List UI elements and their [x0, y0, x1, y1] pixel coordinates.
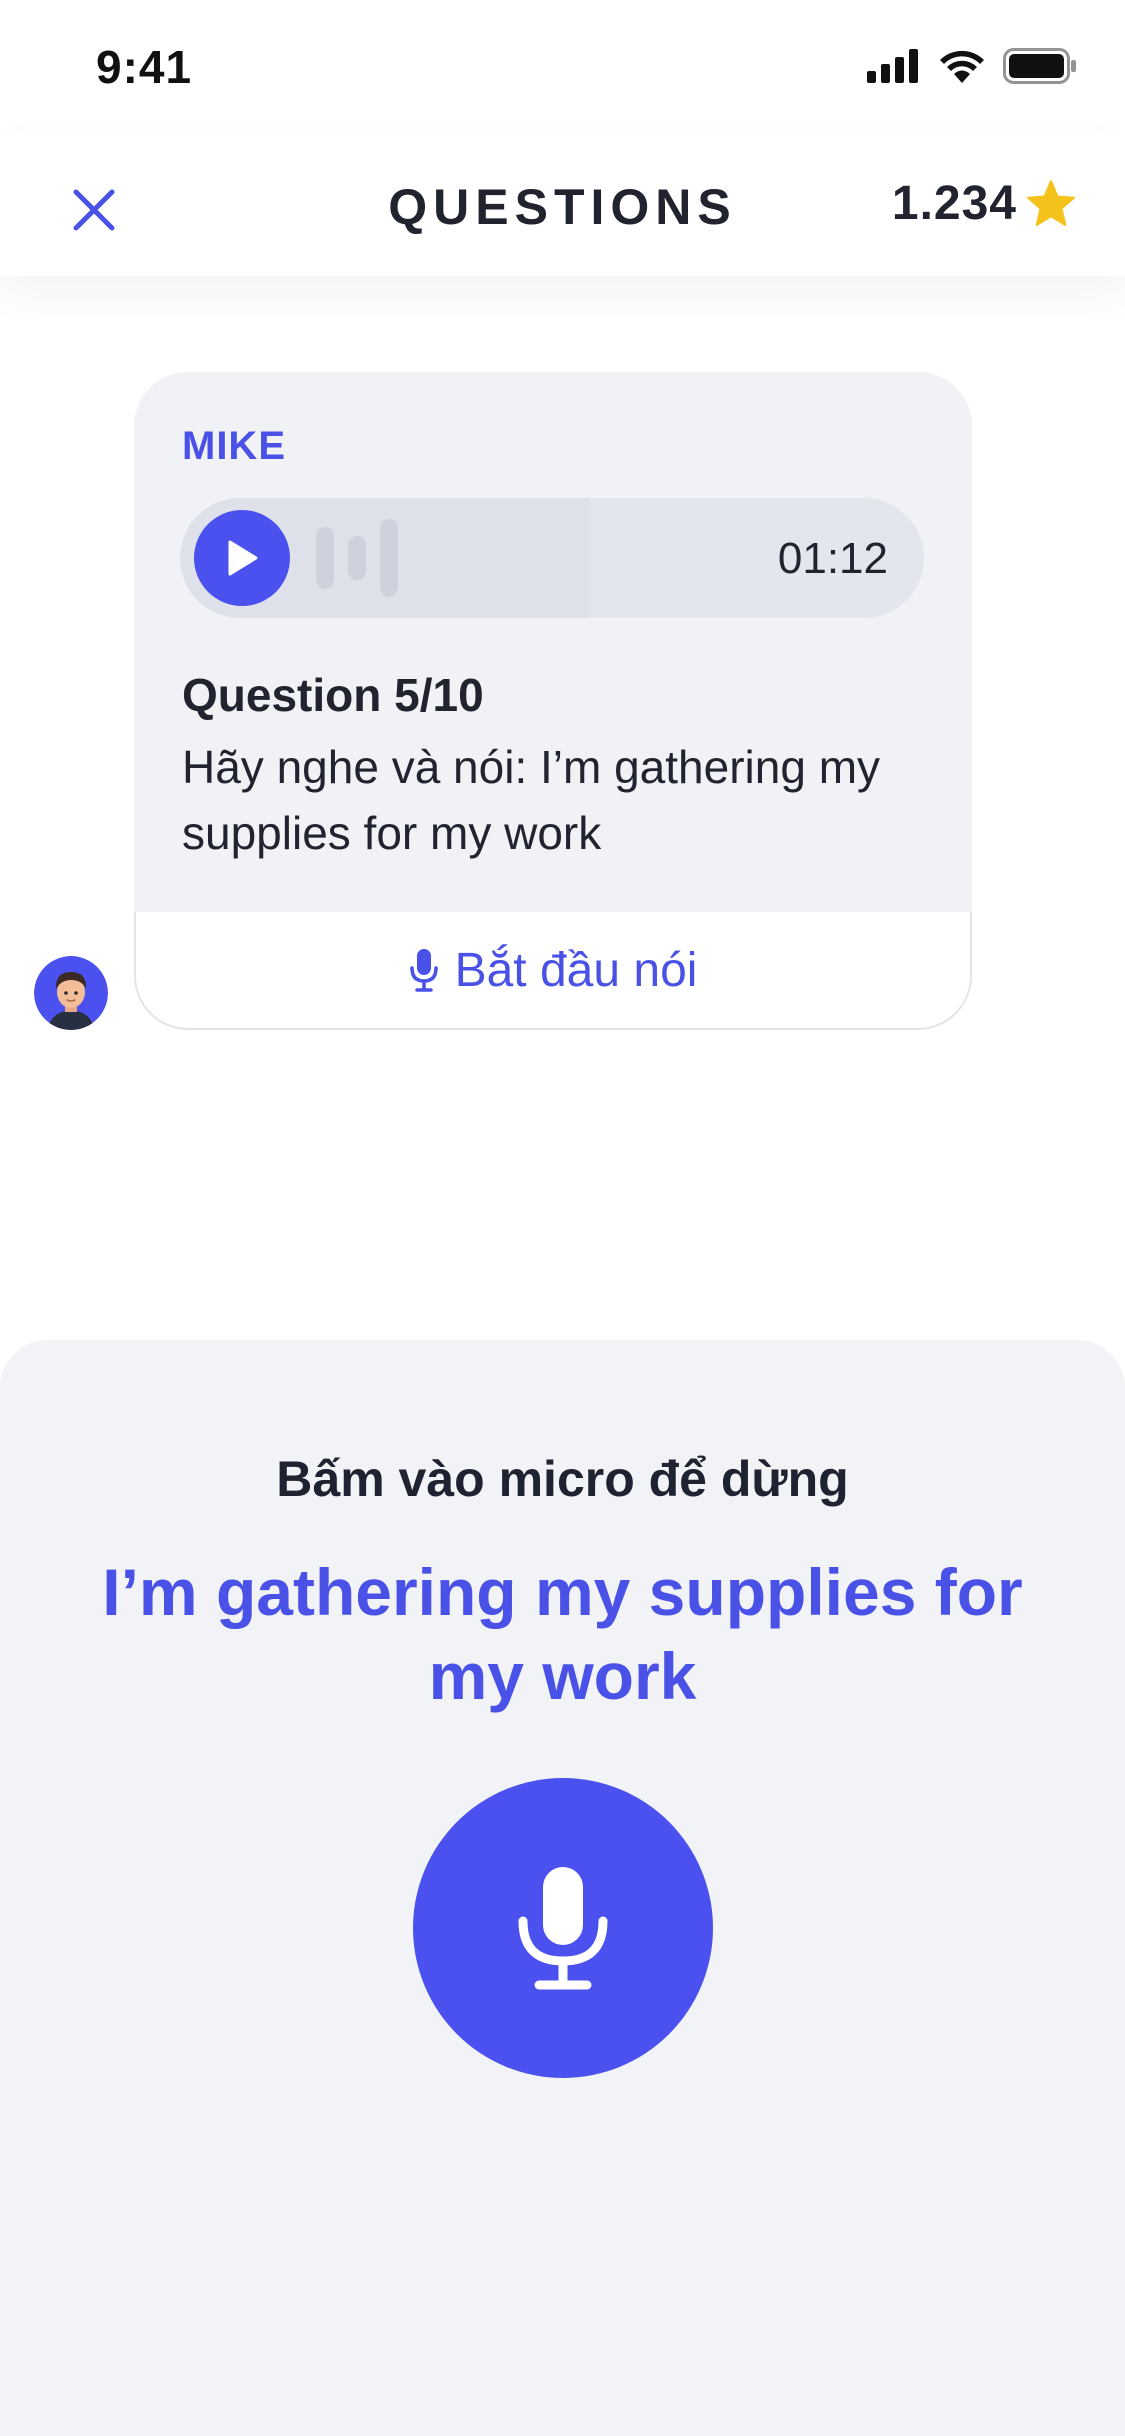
waveform-bar — [316, 527, 334, 589]
wifi-icon — [940, 50, 984, 83]
audio-waveform — [316, 498, 398, 618]
microphone-icon — [518, 1867, 608, 1990]
question-number: Question 5/10 — [182, 669, 484, 721]
battery-icon — [1003, 48, 1076, 84]
stop-recording-button[interactable] — [413, 1778, 713, 2078]
star-icon — [1027, 179, 1075, 226]
avatar-mike — [34, 956, 108, 1030]
start-speaking-label: Bắt đầu nói — [454, 943, 698, 997]
recognized-text: I’m gathering my supplies for my work — [102, 1555, 1023, 1713]
nav-bar: QUESTIONS 1.234 — [0, 132, 1125, 276]
question-card: MIKE 01:12 Question 5/10 Hãy nghe và nói… — [134, 372, 972, 1030]
start-speaking-button[interactable]: Bắt đầu nói — [134, 912, 972, 1030]
audio-duration: 01:12 — [777, 534, 888, 583]
waveform-bar — [380, 519, 398, 597]
score-badge: 1.234 — [892, 176, 1077, 231]
status-bar: 9:41 — [0, 0, 1125, 132]
sender-name: MIKE — [182, 424, 286, 468]
question-text: Hãy nghe và nói: I’m gathering my suppli… — [182, 741, 881, 859]
recording-hint: Bấm vào micro để dừng — [276, 1451, 849, 1507]
question-card-body: MIKE 01:12 Question 5/10 Hãy nghe và nói… — [134, 372, 972, 912]
avatar — [34, 956, 108, 1030]
play-button[interactable] — [194, 510, 290, 606]
status-time: 9:41 — [96, 41, 193, 93]
recording-sheet: Bấm vào micro để dừng I’m gathering my s… — [0, 1340, 1125, 2436]
audio-player: 01:12 — [180, 498, 924, 618]
play-icon — [228, 540, 258, 576]
waveform-bar — [348, 536, 366, 580]
score-value: 1.234 — [891, 177, 1017, 230]
microphone-icon — [409, 949, 438, 992]
cellular-signal-icon — [867, 49, 918, 83]
status-icons — [867, 48, 1077, 84]
